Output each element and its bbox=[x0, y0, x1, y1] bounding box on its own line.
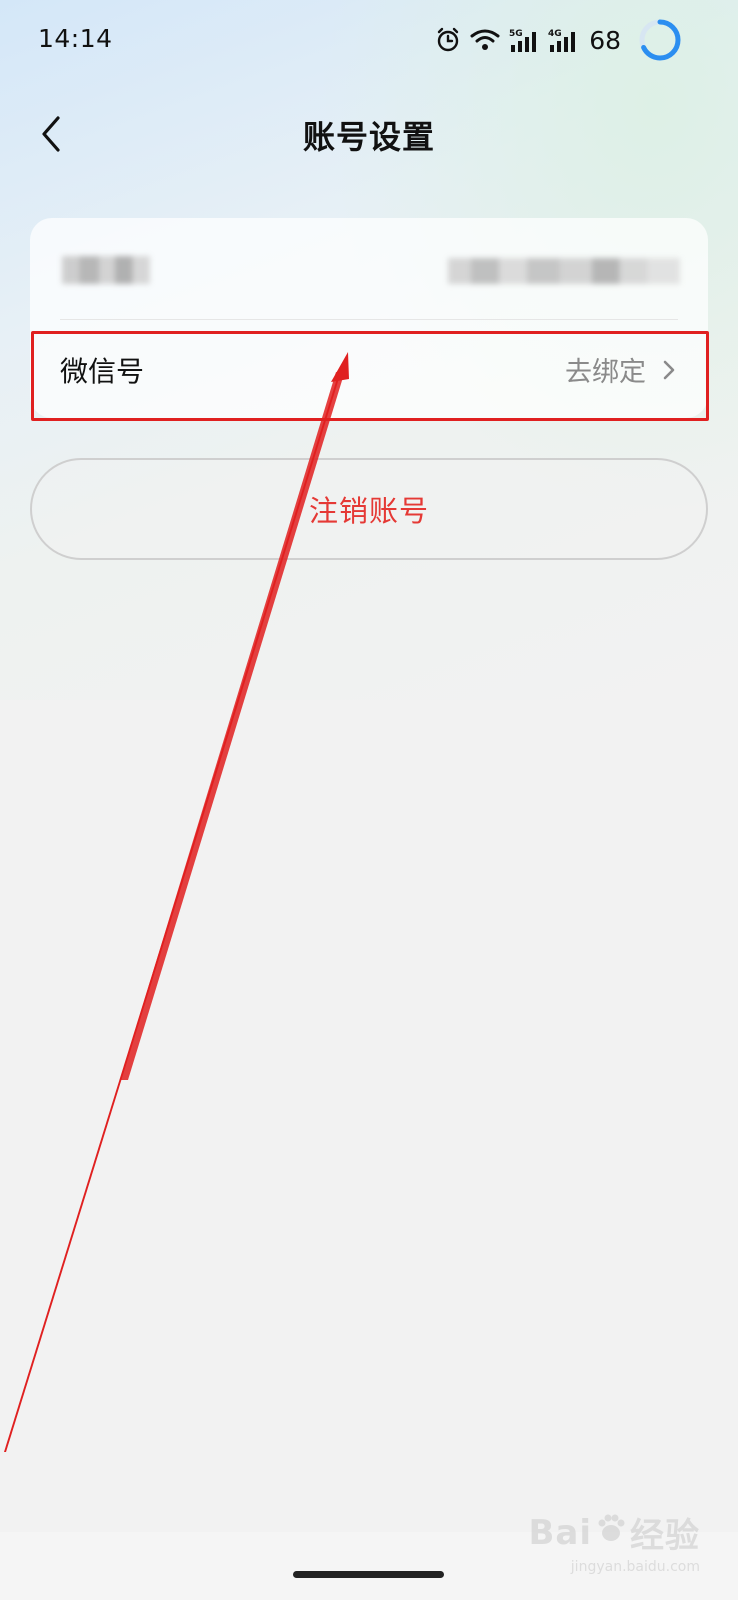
svg-text:5G: 5G bbox=[509, 29, 523, 39]
deactivate-account-button[interactable]: 注销账号 bbox=[30, 458, 708, 560]
wifi-icon bbox=[470, 28, 500, 52]
header: 账号设置 bbox=[0, 96, 738, 176]
alarm-icon bbox=[435, 27, 461, 53]
battery-level: 68 bbox=[589, 25, 621, 55]
svg-text:4G: 4G bbox=[548, 29, 562, 39]
status-bar: 14:14 5G 4G 68 bbox=[0, 0, 738, 80]
annotation-highlight-box bbox=[31, 331, 709, 421]
watermark-brand-right: 经验 bbox=[630, 1516, 700, 1556]
home-indicator[interactable] bbox=[293, 1571, 444, 1578]
phone-value-obscured bbox=[448, 258, 680, 284]
baidu-jingyan-watermark: Bai 经验 jingyan.baidu.com bbox=[528, 1508, 700, 1576]
paw-icon bbox=[594, 1511, 628, 1554]
row-divider bbox=[60, 319, 678, 320]
watermark-brand: Bai 经验 bbox=[528, 1508, 700, 1557]
watermark-url: jingyan.baidu.com bbox=[570, 1559, 700, 1575]
battery-ring-icon bbox=[638, 18, 682, 62]
phone-row[interactable] bbox=[30, 218, 708, 320]
watermark-brand-left: Bai bbox=[528, 1512, 592, 1553]
page-title: 账号设置 bbox=[302, 118, 435, 156]
signal-5g-icon: 5G bbox=[509, 27, 539, 53]
signal-4g-icon: 4G bbox=[548, 27, 578, 53]
phone-label-obscured bbox=[62, 256, 150, 284]
status-icons: 5G 4G 68 bbox=[435, 18, 682, 62]
status-time: 14:14 bbox=[38, 24, 113, 53]
deactivate-account-label: 注销账号 bbox=[308, 494, 429, 528]
